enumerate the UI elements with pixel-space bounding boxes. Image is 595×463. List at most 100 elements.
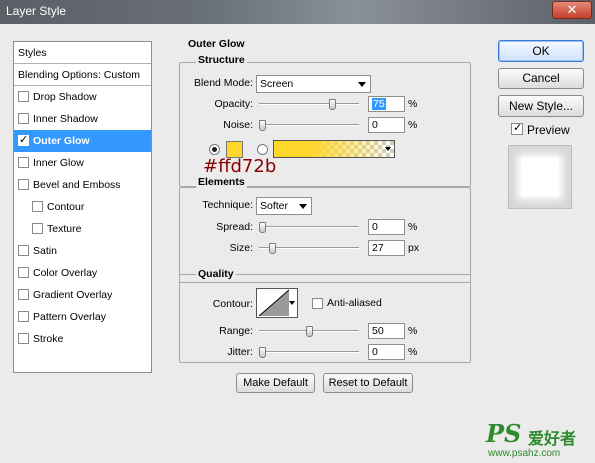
jitter-value: 0 (372, 346, 378, 358)
technique-select[interactable]: Softer (256, 197, 312, 215)
noise-label: Noise: (223, 119, 253, 131)
title-bar: Layer Style ✕ (0, 0, 595, 24)
style-item[interactable]: Satin (14, 240, 151, 262)
style-item-checkbox[interactable] (18, 113, 29, 124)
checkmark-icon: ✓ (513, 122, 523, 134)
range-label: Range: (219, 325, 253, 337)
styles-header-label: Styles (18, 47, 47, 59)
chevron-down-icon (289, 301, 295, 305)
opacity-label: Opacity: (214, 98, 253, 110)
noise-slider[interactable] (259, 120, 359, 131)
opacity-slider[interactable] (259, 99, 359, 110)
anti-aliased-label: Anti-aliased (327, 297, 382, 309)
style-item-checkbox[interactable] (18, 289, 29, 300)
style-item-checkbox[interactable] (18, 267, 29, 278)
style-item-checkbox[interactable] (18, 179, 29, 190)
spread-input[interactable]: 0 (368, 219, 405, 235)
jitter-slider[interactable] (259, 347, 359, 358)
blending-options-label: Blending Options: Custom (18, 69, 140, 81)
cancel-button[interactable]: Cancel (498, 68, 584, 89)
style-item[interactable]: Stroke (14, 328, 151, 350)
style-item-checkbox[interactable]: ✓ (18, 134, 29, 146)
watermark-url: www.psahz.com (488, 448, 561, 459)
opacity-input[interactable]: 75 (368, 96, 405, 112)
style-item-checkbox[interactable] (32, 223, 43, 234)
size-slider-thumb[interactable] (269, 243, 276, 254)
close-button[interactable]: ✕ (552, 1, 592, 19)
opacity-slider-thumb[interactable] (329, 99, 336, 110)
style-item[interactable]: Contour (14, 196, 151, 218)
preview-label: Preview (527, 123, 570, 137)
style-item[interactable]: Gradient Overlay (14, 284, 151, 306)
style-item-label: Color Overlay (33, 267, 98, 279)
noise-unit: % (408, 119, 418, 131)
opacity-unit: % (408, 98, 418, 110)
watermark-site-name: 爱好者 (528, 431, 577, 448)
style-item[interactable]: Inner Glow (14, 152, 151, 174)
style-item[interactable]: Inner Shadow (14, 108, 151, 130)
style-item[interactable]: Color Overlay (14, 262, 151, 284)
style-item-checkbox[interactable] (18, 311, 29, 322)
size-label: Size: (229, 242, 253, 254)
make-default-button[interactable]: Make Default (236, 373, 315, 393)
opacity-value: 75 (372, 98, 386, 110)
style-item-checkbox[interactable] (32, 201, 43, 212)
checkmark-icon: ✓ (19, 134, 29, 146)
spread-unit: % (408, 221, 418, 233)
chevron-down-icon (385, 147, 391, 151)
contour-picker[interactable] (256, 288, 298, 318)
style-item[interactable]: Drop Shadow (14, 86, 151, 108)
styles-header[interactable]: Styles (14, 42, 151, 64)
style-item-label: Inner Shadow (33, 113, 98, 125)
contour-label: Contour: (212, 298, 253, 310)
ok-button[interactable]: OK (498, 40, 584, 62)
opacity-slider-track (259, 103, 359, 105)
anti-aliased-checkbox[interactable] (312, 298, 323, 309)
preview-checkbox[interactable]: ✓ (511, 122, 523, 135)
spread-slider[interactable] (259, 222, 359, 233)
gradient-radio[interactable] (257, 144, 268, 155)
contour-curve-icon (258, 289, 290, 317)
spread-slider-thumb[interactable] (259, 222, 266, 233)
spread-slider-track (259, 226, 359, 228)
new-style-button[interactable]: New Style... (498, 95, 584, 117)
size-slider[interactable] (259, 243, 359, 254)
style-item[interactable]: Pattern Overlay (14, 306, 151, 328)
style-preview-thumbnail (508, 145, 572, 209)
dialog-body: Styles Blending Options: Custom Drop Sha… (0, 24, 595, 463)
color-annotation: #ffd72b (203, 156, 277, 177)
size-input[interactable]: 27 (368, 240, 405, 256)
noise-value: 0 (372, 119, 378, 131)
style-item-checkbox[interactable] (18, 333, 29, 344)
technique-label: Technique: (202, 199, 253, 211)
jitter-slider-thumb[interactable] (259, 347, 266, 358)
quality-title: Quality (196, 268, 236, 280)
blending-options-item[interactable]: Blending Options: Custom (14, 64, 151, 86)
jitter-slider-track (259, 351, 359, 353)
noise-slider-thumb[interactable] (259, 120, 266, 131)
style-item[interactable]: Bevel and Emboss (14, 174, 151, 196)
blend-mode-select[interactable]: Screen (256, 75, 371, 93)
size-unit: px (408, 242, 420, 254)
range-slider-thumb[interactable] (306, 326, 313, 337)
style-item-label: Inner Glow (33, 157, 84, 169)
noise-input[interactable]: 0 (368, 117, 405, 133)
style-item-checkbox[interactable] (18, 245, 29, 256)
preview-glow-square (521, 158, 559, 196)
solid-color-radio[interactable] (209, 144, 220, 155)
range-slider[interactable] (259, 326, 359, 337)
window-title: Layer Style (6, 4, 67, 18)
spread-label: Spread: (216, 221, 253, 233)
style-item-label: Bevel and Emboss (33, 179, 121, 191)
range-input[interactable]: 50 (368, 323, 405, 339)
blend-mode-value: Screen (260, 78, 294, 90)
style-item[interactable]: Texture (14, 218, 151, 240)
style-item-checkbox[interactable] (18, 91, 29, 102)
glow-gradient-picker[interactable] (273, 140, 395, 158)
elements-title: Elements (196, 176, 247, 188)
style-item-label: Outer Glow (33, 135, 90, 147)
jitter-input[interactable]: 0 (368, 344, 405, 360)
style-item[interactable]: ✓ Outer Glow (14, 130, 151, 152)
style-item-checkbox[interactable] (18, 157, 29, 168)
reset-to-default-button[interactable]: Reset to Default (323, 373, 413, 393)
